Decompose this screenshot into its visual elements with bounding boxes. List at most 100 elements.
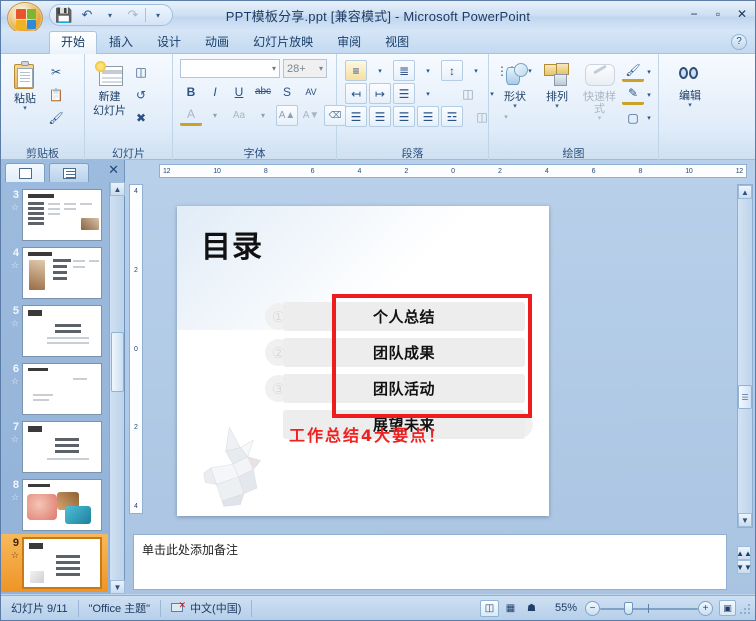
shape-fill-dropdown-icon[interactable]: ▾ [644,61,654,82]
tab-review[interactable]: 审阅 [325,31,373,54]
shape-outline-dropdown-icon[interactable]: ▾ [644,84,654,105]
shape-fill-icon[interactable]: 🖌 [622,61,644,82]
columns-icon[interactable]: ☰ [393,83,415,104]
distribute-icon[interactable]: ☲ [441,106,463,127]
change-case-button[interactable]: Aa [228,105,250,126]
slides-tab[interactable] [5,163,45,182]
bullets-dropdown-icon[interactable]: ▾ [369,60,391,81]
thumbnail-scrollbar[interactable]: ▲ ▼ [109,182,125,594]
zoom-handle[interactable] [624,601,633,615]
help-icon[interactable]: ? [731,34,747,50]
zoom-in-button[interactable]: + [698,600,713,616]
outline-tab[interactable] [49,163,89,182]
scroll-up-button[interactable]: ▲ [738,185,752,199]
underline-button[interactable]: U [228,81,250,102]
bullets-icon[interactable]: ≡ [345,60,367,81]
list-item[interactable]: 3 ☆ [1,186,108,244]
shadow-button[interactable]: S [276,81,298,102]
list-item[interactable]: 6 ☆ [1,360,108,418]
slideshow-icon[interactable]: ☗ [522,600,541,617]
tab-home[interactable]: 开始 [49,31,98,54]
numbering-icon[interactable]: ≣ [393,60,415,81]
zoom-slider[interactable]: − + [585,600,719,616]
next-slide-button[interactable]: ▼▼ [736,560,752,574]
columns-dropdown-icon[interactable]: ▾ [417,83,439,104]
zoom-out-button[interactable]: − [585,600,600,616]
list-item[interactable]: 7 ☆ [1,418,108,476]
reset-icon[interactable]: ↺ [130,84,152,105]
spellcheck-icon[interactable]: ✕ [171,601,186,614]
scroll-down-button[interactable]: ▼ [738,513,752,527]
font-size-input[interactable]: 28+ ▾ [283,59,327,78]
line-spacing-dropdown-icon[interactable]: ▾ [465,60,487,81]
bold-button[interactable]: B [180,81,202,102]
close-button[interactable]: ✕ [735,7,749,21]
tab-slideshow[interactable]: 幻灯片放映 [241,31,325,54]
justify-icon[interactable]: ☰ [417,106,439,127]
horizontal-ruler[interactable]: 12 10 8 6 4 2 0 2 4 6 8 10 12 [159,164,747,178]
tab-insert[interactable]: 插入 [97,31,145,54]
align-center-icon[interactable]: ☰ [369,106,391,127]
slide-sorter-icon[interactable]: ▦ [501,600,520,617]
strikethrough-button[interactable]: abc [252,81,274,102]
thumbnail-scroll-handle[interactable] [111,332,124,392]
tab-design[interactable]: 设计 [145,31,193,54]
paste-button[interactable]: 粘贴 ▾ [5,59,45,114]
numbering-dropdown-icon[interactable]: ▾ [417,60,439,81]
align-left-icon[interactable]: ☰ [345,106,367,127]
shape-outline-icon[interactable]: ✎ [622,84,644,105]
previous-slide-button[interactable]: ▲▲ [736,546,752,560]
zoom-track[interactable] [600,601,698,616]
format-painter-icon[interactable]: 🖌 [45,107,67,128]
font-color-dropdown-icon[interactable]: ▾ [204,105,226,126]
shape-effects-dropdown-icon[interactable]: ▾ [644,107,654,128]
tab-animations[interactable]: 动画 [193,31,241,54]
font-name-dropdown-icon[interactable]: ▾ [272,64,276,73]
character-spacing-button[interactable]: AV [300,81,322,102]
change-case-dropdown-icon[interactable]: ▾ [252,105,274,126]
shapes-button[interactable]: 形状 ▾ [495,59,535,112]
increase-font-size-button[interactable]: A▲ [276,105,298,126]
thumbnail-scroll-up-button[interactable]: ▲ [110,182,125,196]
arrange-button[interactable]: 排列 ▾ [537,59,577,112]
fit-to-window-icon[interactable]: ▣ [719,600,736,616]
quick-styles-button[interactable]: 快速样式 ▾ [579,59,620,124]
font-size-dropdown-icon[interactable]: ▾ [319,64,323,73]
close-pane-button[interactable]: ✕ [108,162,119,178]
slide-title-text[interactable]: 目录 [201,222,263,266]
decrease-font-size-button[interactable]: A▼ [300,105,322,126]
shape-effects-icon[interactable]: ▢ [622,107,644,128]
editing-button[interactable]: 编辑 ▾ [670,59,710,111]
new-slide-button[interactable]: 新建 幻灯片 [89,59,130,119]
slide-canvas[interactable]: 目录 ① 个人总结 ② 团队成果 ③ 团队活动 展望未来 工作总结4大要点！ [177,206,549,516]
scroll-handle[interactable]: ☰ [738,385,752,409]
theme-indicator[interactable]: "Office 主题" [79,599,162,617]
list-item[interactable]: 4 ☆ [1,244,108,302]
vertical-ruler[interactable]: 4 2 0 2 4 [129,184,143,514]
slide-caption-text[interactable]: 工作总结4大要点！ [289,422,446,446]
align-text-icon[interactable]: ◫ [457,83,479,104]
font-color-button[interactable]: A [180,105,202,126]
font-name-input[interactable]: ▾ [180,59,280,78]
red-highlight-box[interactable] [332,294,532,418]
thumbnail-scroll-down-button[interactable]: ▼ [110,580,125,594]
align-right-icon[interactable]: ☰ [393,106,415,127]
layout-icon[interactable]: ◫ [130,61,152,82]
normal-view-icon[interactable]: ◫ [479,599,499,617]
list-item[interactable]: 10☆ [1,592,108,594]
cut-icon[interactable]: ✂ [45,61,67,82]
language-indicator[interactable]: ✕ 中文(中国) [161,599,253,617]
minimize-button[interactable]: − [687,7,701,21]
decrease-indent-icon[interactable]: ↤ [345,83,367,104]
maximize-button[interactable]: ▫ [711,7,725,21]
line-spacing-icon[interactable]: ↕ [441,60,463,81]
slide-indicator[interactable]: 幻灯片 9/11 [1,599,79,617]
list-item[interactable]: 5 ☆ [1,302,108,360]
increase-indent-icon[interactable]: ↦ [369,83,391,104]
italic-button[interactable]: I [204,81,226,102]
copy-icon[interactable]: 📋 [45,84,67,105]
resize-grip[interactable] [740,602,752,614]
list-item-selected[interactable]: 9 ☆ [1,534,108,592]
slide-scrollbar[interactable]: ▲ ☰ ▼ [737,184,753,528]
tab-view[interactable]: 视图 [373,31,421,54]
